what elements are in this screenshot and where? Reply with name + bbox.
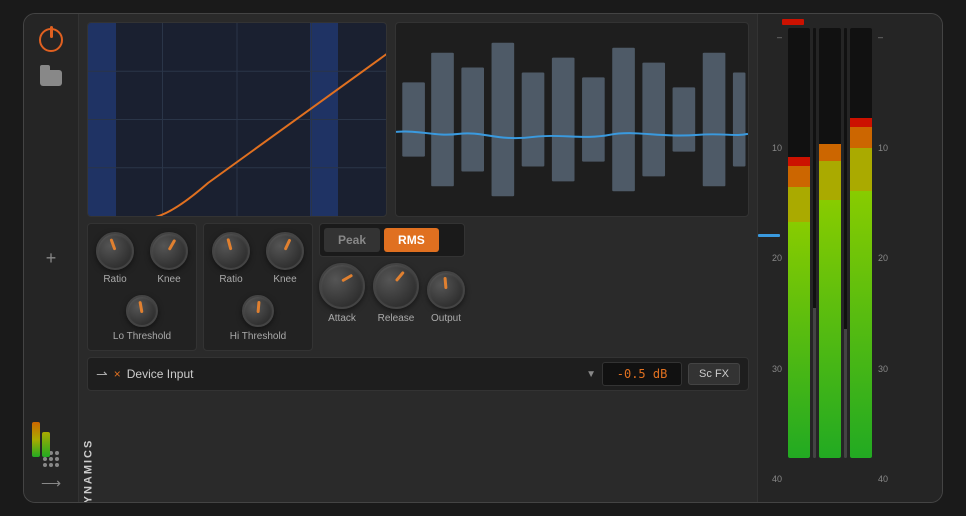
meter-bar-thin	[813, 28, 816, 458]
right-panel: – 10 20 30 40	[757, 14, 942, 502]
meter-fill-2-yellow	[819, 161, 841, 200]
meter-fill-1-green	[788, 222, 810, 459]
scale-mark-30-l: 30	[766, 364, 782, 374]
peak-rms-row: Peak RMS	[319, 223, 465, 257]
add-left-button[interactable]: +	[46, 248, 57, 269]
output-knob-item: Output	[427, 271, 465, 324]
sidebar-bottom: ⟶	[41, 451, 61, 492]
lo-ratio-label: Ratio	[103, 274, 126, 285]
ar-out-row: Attack Release Output	[319, 263, 465, 324]
folder-button[interactable]	[37, 64, 65, 92]
sidebar: DYNAMICS + ⟶	[24, 14, 79, 502]
scale-mark-30-r: 30	[878, 364, 894, 374]
meter-fill-2-orange	[819, 144, 841, 161]
meter-scale-left: – 10 20 30 40	[766, 22, 784, 494]
hi-knee-label: Knee	[273, 274, 296, 285]
lo-ratio-knob-item: Ratio	[96, 232, 134, 285]
release-knob-item: Release	[373, 263, 419, 324]
lo-section-box: Ratio Knee Lo Threshold	[87, 223, 197, 351]
lo-knob-row: Ratio Knee	[96, 232, 188, 285]
sc-fx-button[interactable]: Sc FX	[688, 363, 740, 385]
scale-mark-dash-l: –	[766, 32, 782, 42]
attack-label: Attack	[328, 313, 356, 324]
power-button[interactable]	[37, 26, 65, 54]
meter-fill-3-red	[850, 118, 872, 127]
scale-mark-40-r: 40	[878, 474, 894, 484]
transfer-graph[interactable]	[87, 22, 387, 217]
scale-mark-40-l: 40	[766, 474, 782, 484]
lo-threshold-label: Lo Threshold	[113, 331, 171, 342]
clip-indicator-1	[782, 19, 804, 25]
device-input-x[interactable]: ×	[114, 367, 121, 381]
hi-threshold-label: Hi Threshold	[230, 331, 287, 342]
db-display: -0.5 dB	[602, 362, 682, 386]
meter-bar-1	[788, 28, 810, 458]
folder-icon	[40, 70, 62, 86]
mini-meter	[32, 412, 50, 457]
meter-fill-1-yellow	[788, 187, 810, 221]
meter-fill-1-red	[788, 157, 810, 166]
meter-fill-3-green	[850, 191, 872, 458]
power-icon	[39, 28, 63, 52]
meter-bar-3	[850, 28, 872, 458]
meter-bar-2	[819, 28, 841, 458]
hi-section-box: Ratio Knee Hi Threshold	[203, 223, 313, 351]
mini-meter-bar-2	[42, 432, 50, 457]
top-row	[87, 22, 749, 217]
meter-bars-group	[788, 22, 872, 494]
device-input-label: Device Input	[127, 367, 580, 381]
release-knob[interactable]	[373, 263, 419, 309]
mini-meter-bar-1	[32, 422, 40, 457]
lo-knee-knob[interactable]	[150, 232, 188, 270]
right-controls: Peak RMS Attack Release Output	[319, 223, 465, 351]
arrow-icon[interactable]: ⟶	[41, 475, 61, 492]
hi-knee-knob[interactable]	[266, 232, 304, 270]
meter-fill-3-yellow	[850, 148, 872, 191]
lo-knee-label: Knee	[157, 274, 180, 285]
plugin-title-label: DYNAMICS	[82, 439, 94, 503]
hi-knee-knob-item: Knee	[266, 232, 304, 285]
attack-knob[interactable]	[319, 263, 365, 309]
meter-fill-2-green	[819, 200, 841, 458]
device-route-icon: ⇀	[96, 366, 108, 383]
hi-ratio-knob[interactable]	[212, 232, 250, 270]
output-label: Output	[431, 313, 461, 324]
scale-mark-10-l: 10	[766, 143, 782, 153]
meter-bar-thin-2	[844, 28, 847, 458]
hi-knob-row: Ratio Knee	[212, 232, 304, 285]
scale-mark-20-r: 20	[878, 253, 894, 263]
release-label: Release	[378, 313, 415, 324]
meter-scale-right: – 10 20 30 40	[876, 22, 894, 494]
meter-bar-thin-fill	[813, 308, 816, 459]
hi-ratio-label: Ratio	[219, 274, 242, 285]
main-content: Ratio Knee Lo Threshold Rat	[79, 14, 757, 502]
meter-fill-3-orange	[850, 127, 872, 149]
plugin-container: DYNAMICS + ⟶	[23, 13, 943, 503]
lo-ratio-knob[interactable]	[96, 232, 134, 270]
output-knob[interactable]	[427, 271, 465, 309]
waveform-svg	[396, 23, 748, 216]
lo-threshold-knob-item: Lo Threshold	[96, 295, 188, 342]
controls-main: Ratio Knee Lo Threshold Rat	[87, 223, 749, 351]
meter-bar-thin2-fill	[844, 329, 847, 458]
lo-threshold-knob[interactable]	[126, 295, 158, 327]
lo-knee-knob-item: Knee	[150, 232, 188, 285]
rms-button[interactable]: RMS	[384, 228, 439, 252]
dropdown-arrow-icon[interactable]: ▼	[586, 369, 596, 380]
hi-threshold-knob-item: Hi Threshold	[212, 295, 304, 342]
bottom-bar: ⇀ × Device Input ▼ -0.5 dB Sc FX	[87, 357, 749, 391]
scale-mark-20-l: 20	[766, 253, 782, 263]
hi-threshold-knob[interactable]	[242, 295, 274, 327]
meter-fill-1-orange	[788, 166, 810, 188]
hi-ratio-knob-item: Ratio	[212, 232, 250, 285]
attack-knob-item: Attack	[319, 263, 365, 324]
graph-grid-svg	[88, 23, 386, 216]
scale-mark-10-r: 10	[878, 143, 894, 153]
waveform-display[interactable]	[395, 22, 749, 217]
scale-mark-dash-r: –	[878, 32, 894, 42]
peak-button[interactable]: Peak	[324, 228, 380, 252]
